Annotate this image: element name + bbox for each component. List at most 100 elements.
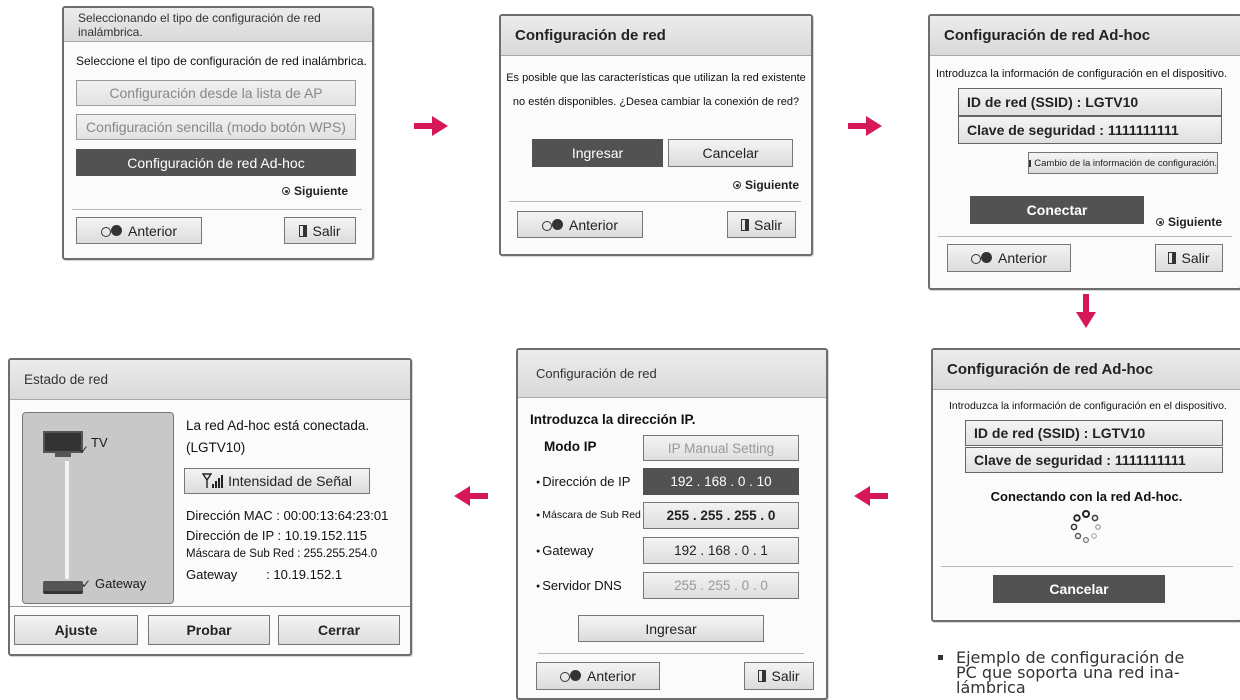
ok-button-icon xyxy=(1156,218,1164,226)
back-icon xyxy=(970,252,993,264)
next-hint: Siguiente xyxy=(282,184,348,198)
back-button[interactable]: Anterior xyxy=(76,217,202,244)
instruction-text: Introduzca la información de configuraci… xyxy=(949,400,1227,412)
blue-key-icon xyxy=(1029,159,1032,167)
connected-message: La red Ad-hoc está conectada. xyxy=(186,418,370,433)
check-icon: ✓ xyxy=(81,577,92,591)
network-change-dialog: Configuración de red Es posible que las … xyxy=(499,14,813,256)
signal-icon xyxy=(202,473,224,488)
divider xyxy=(72,209,362,210)
back-label: Anterior xyxy=(997,250,1048,266)
cancel-button[interactable]: Cancelar xyxy=(668,139,793,167)
adhoc-connecting-dialog: Configuración de red Ad-hoc Introduzca l… xyxy=(931,348,1240,622)
exit-icon xyxy=(758,670,767,682)
ip-mode-label: Modo IP xyxy=(544,439,597,454)
back-label: Anterior xyxy=(127,222,178,239)
ip-address-label-text: Dirección de IP xyxy=(542,474,631,489)
ssid-field: ID de red (SSID) : LGTV10 xyxy=(965,420,1223,446)
footnote-line-3: lámbrica xyxy=(956,678,1026,694)
dns-server-label: ● Servidor DNS xyxy=(536,578,622,593)
connection-diagram: ✓ TV ✓ Gateway xyxy=(22,412,174,604)
arrow-right-icon xyxy=(414,116,450,136)
arrow-down-icon xyxy=(1076,294,1096,330)
router-icon xyxy=(43,581,83,594)
cancel-button[interactable]: Cancelar xyxy=(993,575,1165,603)
option-ap-list-button[interactable]: Configuración desde la lista de AP xyxy=(76,80,356,106)
exit-label: Salir xyxy=(1181,250,1210,266)
signal-strength-label: Intensidad de Señal xyxy=(228,473,352,489)
dialog-title: Configuración de red Ad-hoc xyxy=(930,16,1240,56)
back-icon xyxy=(559,670,582,682)
gateway-input[interactable]: 192 . 168 . 0 . 1 xyxy=(643,537,799,564)
ok-button-icon xyxy=(282,187,290,195)
gateway-label: Gateway xyxy=(95,576,147,591)
instruction-text: Introduzca la información de configuraci… xyxy=(936,68,1228,80)
connect-button[interactable]: Conectar xyxy=(970,196,1144,224)
divider xyxy=(941,566,1233,567)
back-icon xyxy=(100,224,123,237)
arrow-right-icon xyxy=(848,116,884,136)
exit-button[interactable]: Salir xyxy=(744,662,814,690)
adhoc-config-dialog: Configuración de red Ad-hoc Introduzca l… xyxy=(928,14,1240,290)
dialog-prompt: Seleccione el tipo de configuración de r… xyxy=(76,54,367,68)
mac-address: Dirección MAC : 00:00:13:64:23:01 xyxy=(186,508,389,523)
dialog-title: Configuración de red xyxy=(501,16,811,56)
next-label: Siguiente xyxy=(1168,215,1223,229)
dialog-title: Seleccionando el tipo de configuración d… xyxy=(64,8,372,42)
ok-button-icon xyxy=(733,181,741,189)
arrow-left-icon xyxy=(452,486,488,506)
back-button[interactable]: Anterior xyxy=(517,211,643,238)
dialog-title: Estado de red xyxy=(10,360,410,400)
close-button[interactable]: Cerrar xyxy=(278,615,400,645)
connection-line xyxy=(65,461,69,579)
back-icon xyxy=(541,218,564,231)
exit-label: Salir xyxy=(753,216,782,233)
connected-ssid: (LGTV10) xyxy=(186,440,246,455)
footnote: Ejemplo de configuración de PC que sopor… xyxy=(936,648,1240,693)
back-button[interactable]: Anterior xyxy=(947,244,1071,272)
gateway-label: ● Gateway xyxy=(536,543,594,558)
ssid-field: ID de red (SSID) : LGTV10 xyxy=(958,88,1222,116)
ip-config-dialog: Configuración de red Introduzca la direc… xyxy=(516,348,828,700)
check-icon: ✓ xyxy=(79,443,90,457)
divider xyxy=(938,236,1232,237)
dialog-title: Configuración de red Ad-hoc xyxy=(933,350,1240,390)
dns-server-label-text: Servidor DNS xyxy=(542,578,622,593)
ip-address-input[interactable]: 192 . 168 . 0 . 10 xyxy=(643,468,799,495)
divider xyxy=(10,606,410,607)
exit-icon xyxy=(1168,252,1177,264)
exit-button[interactable]: Salir xyxy=(727,211,796,238)
next-label: Siguiente xyxy=(745,178,800,192)
back-label: Anterior xyxy=(586,668,637,684)
network-status-dialog: Estado de red ✓ TV ✓ Gateway La red Ad-h… xyxy=(8,358,412,656)
exit-button[interactable]: Salir xyxy=(1155,244,1223,272)
connecting-status: Conectando con la red Ad-hoc. xyxy=(990,489,1183,504)
exit-icon xyxy=(299,224,308,237)
ip-mode-select[interactable]: IP Manual Setting xyxy=(643,435,799,461)
ip-address: Dirección de IP : 10.19.152.115 xyxy=(186,528,367,543)
ip-address-label: ● Dirección de IP xyxy=(536,474,631,489)
security-key-field: Clave de seguridad : 1111111111 xyxy=(965,447,1223,473)
gateway-address: Gateway : 10.19.152.1 xyxy=(186,567,343,582)
tv-icon xyxy=(43,431,83,457)
back-button[interactable]: Anterior xyxy=(536,662,660,690)
enter-button[interactable]: Ingresar xyxy=(578,615,764,642)
enter-button[interactable]: Ingresar xyxy=(532,139,663,167)
signal-strength-button[interactable]: Intensidad de Señal xyxy=(184,468,370,494)
exit-button[interactable]: Salir xyxy=(284,217,356,244)
divider xyxy=(538,653,804,654)
change-info-button[interactable]: Cambio de la información de configuració… xyxy=(1028,152,1218,174)
option-adhoc-button[interactable]: Configuración de red Ad-hoc xyxy=(76,149,356,176)
arrow-left-icon xyxy=(852,486,888,506)
change-info-label: Cambio de la información de configuració… xyxy=(1034,157,1217,169)
dialog-title: Configuración de red xyxy=(518,350,826,398)
back-label: Anterior xyxy=(568,216,619,233)
exit-label: Salir xyxy=(312,222,341,239)
gateway-label-text: Gateway xyxy=(542,543,594,558)
subnet-mask-input[interactable]: 255 . 255 . 255 . 0 xyxy=(643,502,799,529)
option-wps-button[interactable]: Configuración sencilla (modo botón WPS) xyxy=(76,114,356,140)
dns-server-input[interactable]: 255 . 255 . 0 . 0 xyxy=(643,572,799,599)
adjust-button[interactable]: Ajuste xyxy=(14,615,138,645)
test-button[interactable]: Probar xyxy=(148,615,270,645)
exit-label: Salir xyxy=(771,668,800,684)
